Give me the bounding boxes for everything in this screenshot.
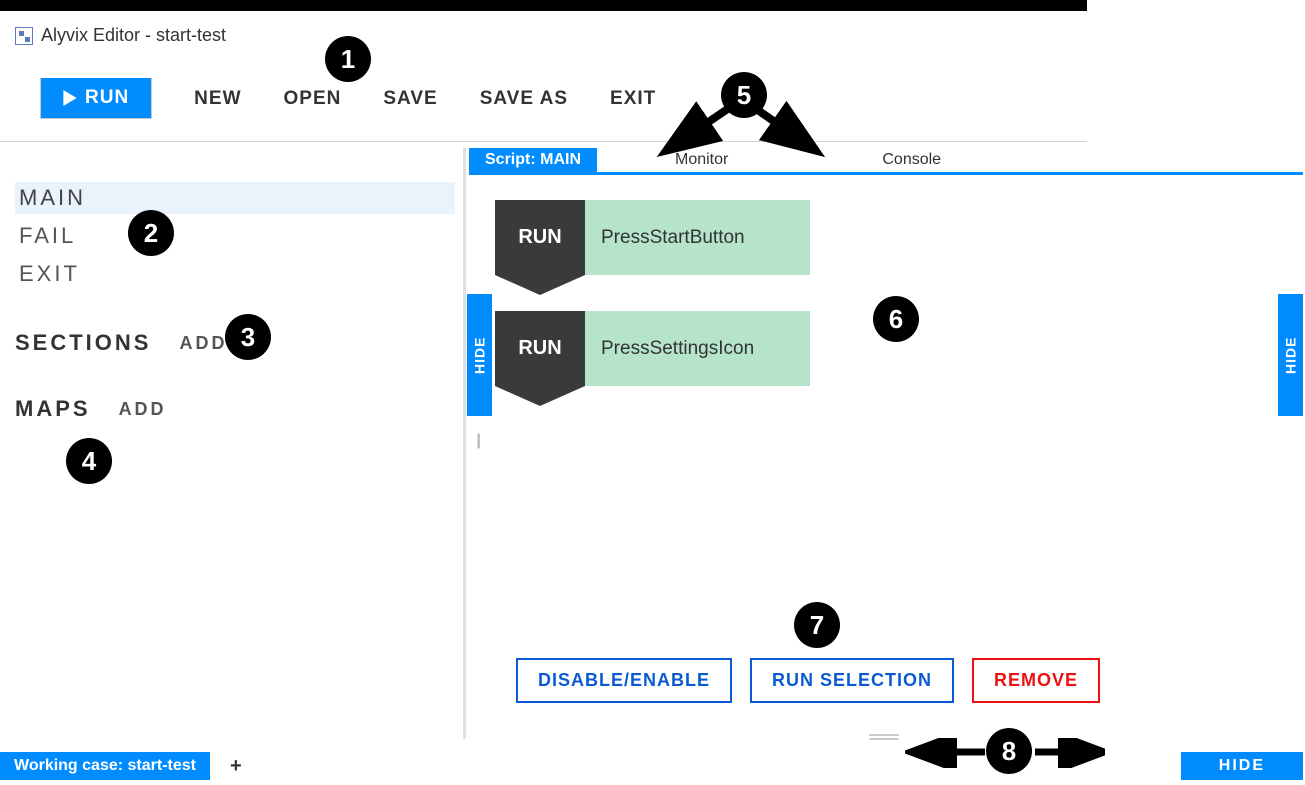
new-button[interactable]: NEW [194,88,241,110]
tab-monitor[interactable]: Monitor [659,148,744,172]
callout-6: 6 [873,296,919,342]
tab-script[interactable]: Script: MAIN [469,148,597,172]
toolbar-divider [0,141,1087,142]
callout-7: 7 [794,602,840,648]
hide-bottom-panel-button[interactable]: HIDE [1181,752,1303,780]
window-title: Alyvix Editor - start-test [41,25,226,46]
step-tag: RUN [495,311,585,386]
callout-5: 5 [721,72,767,118]
insert-marker: || [476,432,478,450]
add-case-button[interactable]: + [230,755,242,778]
open-button[interactable]: OPEN [284,88,342,110]
save-button[interactable]: SAVE [383,88,437,110]
tab-console[interactable]: Console [866,148,957,172]
maps-heading: MAPS [15,396,91,422]
callout-8-arrows [905,738,1105,768]
exit-button[interactable]: EXIT [610,88,656,110]
working-case-tab[interactable]: Working case: start-test [0,752,210,780]
script-actions: DISABLE/ENABLE RUN SELECTION REMOVE [516,658,1100,703]
app-icon [15,27,33,45]
run-button-label: RUN [85,87,129,109]
hide-right-panel-button[interactable]: HIDE [1278,294,1303,416]
sidebar-script-exit[interactable]: EXIT [15,258,455,290]
callout-4: 4 [66,438,112,484]
step-tag: RUN [495,200,585,275]
script-canvas: RUN PressStartButton RUN PressSettingsIc… [495,200,810,422]
sidebar-script-main[interactable]: MAIN [15,182,455,214]
step-name: PressStartButton [585,200,810,275]
remove-button[interactable]: REMOVE [972,658,1100,703]
save-as-button[interactable]: SAVE AS [480,88,568,110]
sections-heading: SECTIONS [15,330,151,356]
script-step[interactable]: RUN PressStartButton [495,200,810,275]
step-name: PressSettingsIcon [585,311,810,386]
sections-add-button[interactable]: ADD [179,333,227,354]
callout-1: 1 [325,36,371,82]
hide-left-panel-button[interactable]: HIDE [467,294,492,416]
maps-add-button[interactable]: ADD [119,399,167,420]
disable-enable-button[interactable]: DISABLE/ENABLE [516,658,732,703]
sidebar-script-fail[interactable]: FAIL [15,220,455,252]
run-button[interactable]: RUN [40,78,152,119]
callout-8: 8 [986,728,1032,774]
horizontal-resize-grip[interactable] [869,734,899,740]
script-sidebar: MAIN FAIL EXIT SECTIONS ADD MAPS ADD [15,182,455,422]
run-selection-button[interactable]: RUN SELECTION [750,658,954,703]
decorative-top-bar [0,0,1087,11]
vertical-divider[interactable] [463,148,466,739]
panel-tabs: Script: MAIN Monitor Console [469,148,1303,175]
play-icon [63,90,77,106]
script-step[interactable]: RUN PressSettingsIcon [495,311,810,386]
main-toolbar: RUN NEW OPEN SAVE SAVE AS EXIT [40,78,656,119]
